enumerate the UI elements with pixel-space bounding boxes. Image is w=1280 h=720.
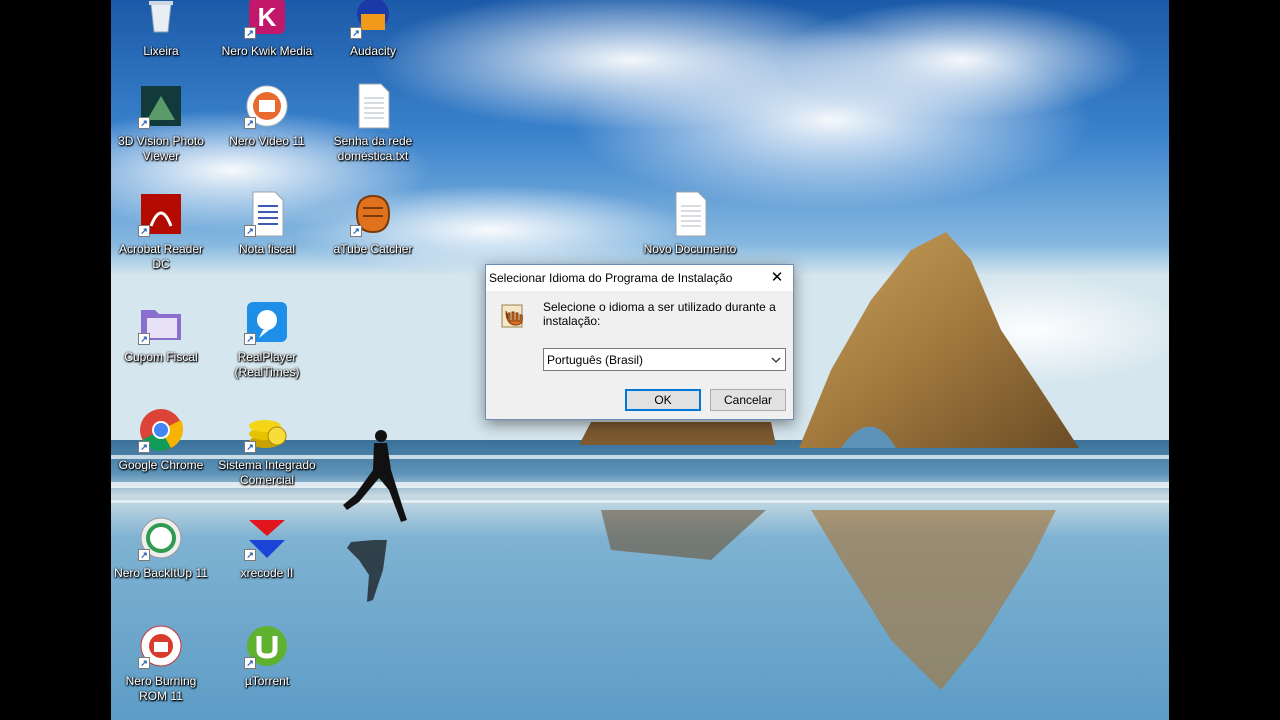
desktop-icon-label: Google Chrome — [118, 458, 204, 472]
document-icon: ↗ — [243, 190, 291, 238]
audacity-icon: ↗ — [349, 0, 397, 40]
nero-kwik-media-icon: K ↗ — [243, 0, 291, 40]
desktop-icon-label: Nero Video 11 — [229, 134, 305, 148]
shortcut-arrow-icon: ↗ — [138, 549, 150, 561]
desktop-icon-label: Novo Documento — [643, 242, 737, 256]
close-button[interactable]: ✕ — [761, 265, 793, 291]
shortcut-arrow-icon: ↗ — [244, 27, 256, 39]
desktop-icon-label: Nero Kwik Media — [221, 44, 313, 58]
desktop-icon-label: Nero BackItUp 11 — [114, 566, 208, 580]
acrobat-reader-icon: ↗ — [137, 190, 185, 238]
text-file-icon — [666, 190, 714, 238]
desktop-icon-label: RealPlayer (RealTimes) — [234, 350, 300, 379]
desktop-icon-xrecode[interactable]: ↗ xrecode II — [217, 514, 317, 581]
svg-text:K: K — [258, 2, 277, 32]
letterbox-right — [1169, 0, 1280, 720]
desktop-icon-nero-backitup[interactable]: ↗ Nero BackItUp 11 — [111, 514, 211, 581]
desktop-icon-label: xrecode II — [240, 566, 294, 580]
nero-video-icon: ↗ — [243, 82, 291, 130]
shortcut-arrow-icon: ↗ — [244, 441, 256, 453]
desktop-icon-3d-vision[interactable]: ↗ 3D Vision Photo Viewer — [111, 82, 211, 164]
shortcut-arrow-icon: ↗ — [138, 225, 150, 237]
chrome-icon: ↗ — [137, 406, 185, 454]
dialog-prompt: Selecione o idioma a ser utilizado duran… — [543, 300, 776, 328]
desktop-icon-label: Acrobat Reader DC — [118, 242, 204, 271]
shortcut-arrow-icon: ↗ — [138, 657, 150, 669]
desktop-icon-realplayer[interactable]: ↗ RealPlayer (RealTimes) — [217, 298, 317, 380]
letterbox-left — [0, 0, 111, 720]
recycle-bin-icon — [137, 0, 185, 40]
desktop-icon-label: Sistema Integrado Comercial — [218, 458, 316, 487]
desktop-icon-senha-txt[interactable]: Senha da rede doméstica.txt — [323, 82, 423, 164]
language-dialog: Selecionar Idioma do Programa de Instala… — [485, 264, 794, 420]
setup-installer-icon — [501, 304, 523, 328]
dialog-body: Selecione o idioma a ser utilizado duran… — [486, 291, 793, 419]
shortcut-arrow-icon: ↗ — [244, 117, 256, 129]
desktop-icon-nero-burning-rom[interactable]: ↗ Nero Burning ROM 11 — [111, 622, 211, 704]
desktop-icon-nero-video[interactable]: ↗ Nero Video 11 — [217, 82, 317, 149]
desktop-icon-label: Cupom Fiscal — [124, 350, 198, 364]
shortcut-arrow-icon: ↗ — [244, 333, 256, 345]
dialog-title: Selecionar Idioma do Programa de Instala… — [489, 271, 733, 285]
shortcut-arrow-icon: ↗ — [244, 657, 256, 669]
desktop-icon-lixeira[interactable]: Lixeira — [111, 0, 211, 59]
language-select-value: Português (Brasil) — [547, 353, 644, 367]
desktop-icon-label: Nero Burning ROM 11 — [125, 674, 197, 703]
desktop-icon-utorrent[interactable]: ↗ µTorrent — [217, 622, 317, 689]
nero-backitup-icon: ↗ — [137, 514, 185, 562]
nero-burning-rom-icon: ↗ — [137, 622, 185, 670]
shortcut-arrow-icon: ↗ — [138, 333, 150, 345]
desktop-icon-label: Senha da rede doméstica.txt — [333, 134, 413, 163]
desktop-icon-label: µTorrent — [244, 674, 290, 688]
language-select[interactable]: Português (Brasil) — [543, 348, 786, 371]
desktop-icon-label: Audacity — [349, 44, 397, 58]
folder-icon: ↗ — [137, 298, 185, 346]
desktop-icon-google-chrome[interactable]: ↗ Google Chrome — [111, 406, 211, 473]
text-file-icon — [349, 82, 397, 130]
3d-vision-photo-viewer-icon: ↗ — [137, 82, 185, 130]
atube-catcher-icon: ↗ — [349, 190, 397, 238]
desktop-icon-nero-kwik-media[interactable]: K ↗ Nero Kwik Media — [217, 0, 317, 59]
shortcut-arrow-icon: ↗ — [138, 441, 150, 453]
desktop-icon-label: Nota fiscal — [238, 242, 296, 256]
coins-icon: ↗ — [243, 406, 291, 454]
shortcut-arrow-icon: ↗ — [138, 117, 150, 129]
xrecode-icon: ↗ — [243, 514, 291, 562]
desktop-icon-label: Lixeira — [143, 44, 179, 58]
desktop-icon-sistema-integrado[interactable]: ↗ Sistema Integrado Comercial — [217, 406, 317, 488]
desktop-icon-nota-fiscal[interactable]: ↗ Nota fiscal — [217, 190, 317, 257]
desktop-icon-novo-documento[interactable]: Novo Documento — [640, 190, 740, 257]
desktop-icon-acrobat[interactable]: ↗ Acrobat Reader DC — [111, 190, 211, 272]
desktop-icon-label: aTube Catcher — [333, 242, 413, 256]
realplayer-icon: ↗ — [243, 298, 291, 346]
cancel-button[interactable]: Cancelar — [710, 389, 786, 411]
dialog-titlebar[interactable]: Selecionar Idioma do Programa de Instala… — [486, 265, 793, 291]
shortcut-arrow-icon: ↗ — [350, 27, 362, 39]
desktop-icon-label: 3D Vision Photo Viewer — [118, 134, 204, 163]
chevron-down-icon — [771, 357, 781, 363]
desktop-icon-atube-catcher[interactable]: ↗ aTube Catcher — [323, 190, 423, 257]
desktop-icon-cupom-fiscal[interactable]: ↗ Cupom Fiscal — [111, 298, 211, 365]
ok-button[interactable]: OK — [625, 389, 701, 411]
shortcut-arrow-icon: ↗ — [350, 225, 362, 237]
desktop-icon-audacity[interactable]: ↗ Audacity — [323, 0, 423, 59]
shortcut-arrow-icon: ↗ — [244, 549, 256, 561]
shortcut-arrow-icon: ↗ — [244, 225, 256, 237]
utorrent-icon: ↗ — [243, 622, 291, 670]
